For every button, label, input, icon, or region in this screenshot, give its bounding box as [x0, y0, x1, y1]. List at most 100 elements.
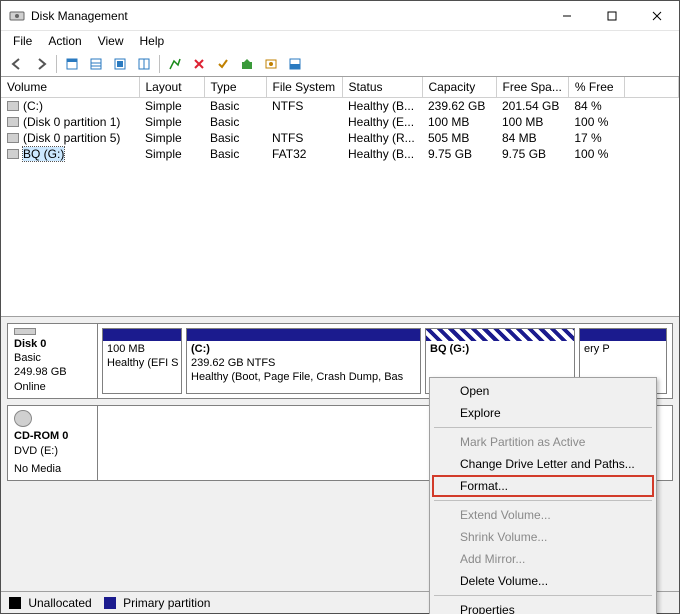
- cell-fs: NTFS: [266, 130, 342, 146]
- toolbar-icon-2[interactable]: [85, 53, 107, 75]
- table-row[interactable]: (Disk 0 partition 1) SimpleBasic Healthy (…: [1, 114, 679, 130]
- partition-stripe: [426, 329, 574, 341]
- cell-status: Healthy (B...: [342, 146, 422, 162]
- maximize-button[interactable]: [589, 1, 634, 30]
- partition-status: Healthy (Boot, Page File, Crash Dump, Ba…: [191, 371, 416, 385]
- menu-item-format[interactable]: Format...: [432, 475, 654, 497]
- check-icon[interactable]: [212, 53, 234, 75]
- delete-icon[interactable]: [188, 53, 210, 75]
- cell-pct: 17 %: [568, 130, 624, 146]
- volume-table: Volume Layout Type File System Status Ca…: [1, 77, 679, 162]
- volume-name: (Disk 0 partition 1): [23, 115, 120, 129]
- col-type[interactable]: Type: [204, 77, 266, 98]
- disk0-size: 249.98 GB: [14, 365, 91, 379]
- toolbar-icon-7[interactable]: [284, 53, 306, 75]
- col-filesystem[interactable]: File System: [266, 77, 342, 98]
- menu-item-delete-volume[interactable]: Delete Volume...: [432, 570, 654, 592]
- volume-name: BQ (G:): [23, 147, 64, 161]
- menu-separator: [434, 427, 652, 428]
- table-row[interactable]: BQ (G:)SimpleBasicFAT32Healthy (B...9.75…: [1, 146, 679, 162]
- minimize-button[interactable]: [544, 1, 589, 30]
- toolbar-icon-4[interactable]: [133, 53, 155, 75]
- menu-view[interactable]: View: [90, 32, 132, 50]
- toolbar-icon-3[interactable]: [109, 53, 131, 75]
- col-pctfree[interactable]: % Free: [568, 77, 624, 98]
- cell-status: Healthy (E...: [342, 114, 422, 130]
- partition-stripe: [103, 329, 181, 341]
- cell-layout: Simple: [139, 146, 204, 162]
- swatch-unallocated: [9, 597, 21, 609]
- cdrom-icon: [14, 410, 32, 427]
- partition-stripe: [580, 329, 666, 341]
- menu-item-extend-volume: Extend Volume...: [432, 504, 654, 526]
- drive-icon: [7, 101, 19, 111]
- disk0-type: Basic: [14, 351, 91, 365]
- menubar: File Action View Help: [1, 31, 679, 51]
- menu-help[interactable]: Help: [132, 32, 173, 50]
- cell-pct: 100 %: [568, 146, 624, 162]
- volume-name: (Disk 0 partition 5): [23, 131, 120, 145]
- partition-title: (C:): [191, 343, 416, 357]
- disk0-status: Online: [14, 380, 91, 394]
- forward-button[interactable]: [30, 53, 52, 75]
- menu-item-properties[interactable]: Properties: [432, 599, 654, 614]
- partition-size: 100 MB: [107, 343, 177, 357]
- col-layout[interactable]: Layout: [139, 77, 204, 98]
- cell-layout: Simple: [139, 130, 204, 146]
- cell-free: 100 MB: [496, 114, 568, 130]
- menu-item-explore[interactable]: Explore: [432, 402, 654, 424]
- menu-item-change-drive-letter-and-paths[interactable]: Change Drive Letter and Paths...: [432, 453, 654, 475]
- cell-type: Basic: [204, 114, 266, 130]
- legend-primary: Primary partition: [104, 596, 211, 610]
- toolbar-icon-5[interactable]: [236, 53, 258, 75]
- menu-separator: [434, 595, 652, 596]
- menu-file[interactable]: File: [5, 32, 40, 50]
- menu-action[interactable]: Action: [40, 32, 89, 50]
- cell-free: 201.54 GB: [496, 98, 568, 115]
- partition-title: BQ (G:): [430, 343, 570, 357]
- col-status[interactable]: Status: [342, 77, 422, 98]
- menu-item-mark-partition-as-active: Mark Partition as Active: [432, 431, 654, 453]
- col-freespace[interactable]: Free Spa...: [496, 77, 568, 98]
- table-row[interactable]: (C:)SimpleBasicNTFSHealthy (B...239.62 G…: [1, 98, 679, 115]
- cell-fs: [266, 114, 342, 130]
- cdrom-label[interactable]: CD-ROM 0 DVD (E:) No Media: [8, 406, 98, 480]
- menu-separator: [434, 500, 652, 501]
- drive-icon: [7, 117, 19, 127]
- cell-type: Basic: [204, 146, 266, 162]
- menu-item-shrink-volume: Shrink Volume...: [432, 526, 654, 548]
- toolbar-icon-6[interactable]: [260, 53, 282, 75]
- toolbar: [1, 51, 679, 77]
- volume-list-pane[interactable]: Volume Layout Type File System Status Ca…: [1, 77, 679, 317]
- toolbar-icon-1[interactable]: [61, 53, 83, 75]
- swatch-primary: [104, 597, 116, 609]
- cdrom-name: CD-ROM 0: [14, 429, 91, 443]
- disk0-label[interactable]: Disk 0 Basic 249.98 GB Online: [8, 324, 98, 398]
- partition-status: Healthy (EFI S: [107, 357, 177, 371]
- menu-item-add-mirror: Add Mirror...: [432, 548, 654, 570]
- cell-layout: Simple: [139, 98, 204, 115]
- close-button[interactable]: [634, 1, 679, 30]
- column-headers: Volume Layout Type File System Status Ca…: [1, 77, 679, 98]
- cell-free: 9.75 GB: [496, 146, 568, 162]
- back-button[interactable]: [6, 53, 28, 75]
- cell-capacity: 9.75 GB: [422, 146, 496, 162]
- cell-capacity: 100 MB: [422, 114, 496, 130]
- cell-fs: FAT32: [266, 146, 342, 162]
- menu-item-open[interactable]: Open: [432, 380, 654, 402]
- disk-management-window: Disk Management File Action View Help: [0, 0, 680, 614]
- table-row[interactable]: (Disk 0 partition 5)SimpleBasicNTFSHealt…: [1, 130, 679, 146]
- settings-icon[interactable]: [164, 53, 186, 75]
- partition-stripe: [187, 329, 420, 341]
- col-spacer: [624, 77, 678, 98]
- cell-layout: Simple: [139, 114, 204, 130]
- drive-icon: [7, 133, 19, 143]
- partition-status: ery P: [584, 343, 662, 357]
- cell-type: Basic: [204, 98, 266, 115]
- col-capacity[interactable]: Capacity: [422, 77, 496, 98]
- partition-block[interactable]: 100 MBHealthy (EFI S: [102, 328, 182, 394]
- col-volume[interactable]: Volume: [1, 77, 139, 98]
- drive-icon: [7, 149, 19, 159]
- partition-block[interactable]: (C:)239.62 GB NTFSHealthy (Boot, Page Fi…: [186, 328, 421, 394]
- cell-fs: NTFS: [266, 98, 342, 115]
